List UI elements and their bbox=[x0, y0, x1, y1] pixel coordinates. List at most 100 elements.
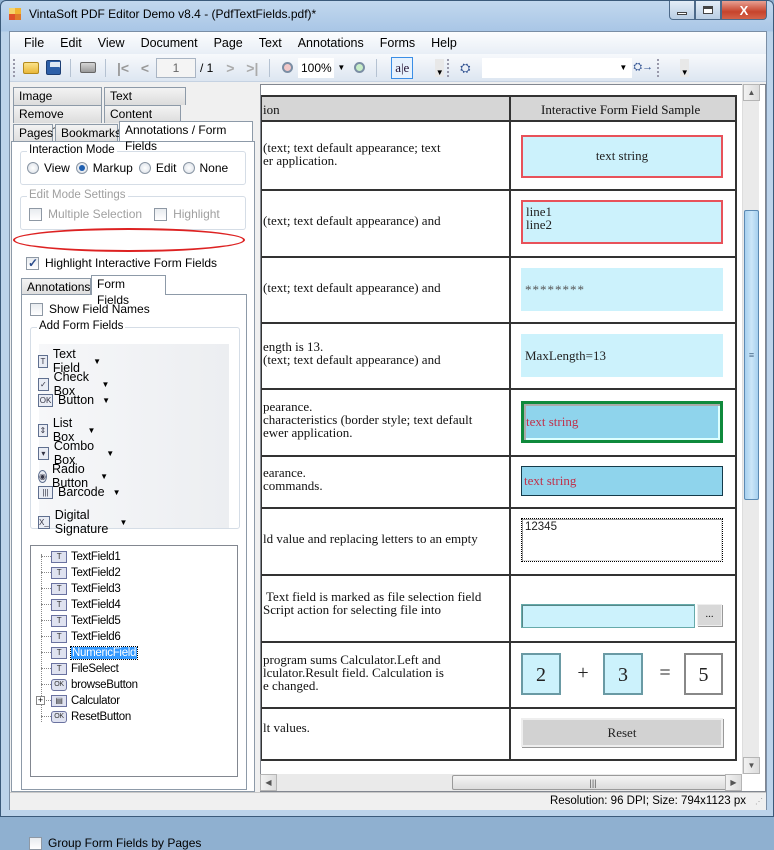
chevron-down-icon[interactable]: ▼ bbox=[113, 488, 121, 497]
find-next-button[interactable]: ⛭→ bbox=[632, 57, 654, 79]
tree-item[interactable]: T TextField6 bbox=[51, 629, 121, 644]
tree-item[interactable]: T TextField3 bbox=[51, 581, 121, 596]
vertical-scrollbar[interactable]: ▲ ≡ ▼ bbox=[742, 84, 760, 774]
horizontal-scroll-thumb[interactable]: ||| bbox=[452, 775, 734, 790]
radio-view[interactable]: View bbox=[27, 161, 70, 175]
menu-text[interactable]: Text bbox=[251, 36, 290, 50]
toolbar-overflow-button[interactable]: ▼ bbox=[680, 58, 690, 77]
text-field-2-multiline[interactable]: line1 line2 bbox=[521, 200, 723, 244]
save-button[interactable] bbox=[42, 57, 64, 79]
menu-edit[interactable]: Edit bbox=[52, 36, 90, 50]
chevron-down-icon[interactable]: ▼ bbox=[102, 396, 110, 405]
zoom-dropdown-arrow[interactable]: ▼ bbox=[337, 63, 345, 72]
calculator-right-field[interactable]: 3 bbox=[603, 653, 643, 695]
tree-item[interactable]: T FileSelect bbox=[51, 661, 119, 676]
menu-document[interactable]: Document bbox=[133, 36, 206, 50]
chevron-down-icon[interactable]: ▼ bbox=[106, 449, 114, 458]
max-length-field[interactable]: MaxLength=13 bbox=[521, 334, 723, 377]
radio-markup[interactable]: Markup bbox=[75, 161, 133, 175]
styled-text-field[interactable]: text string bbox=[521, 401, 723, 443]
scroll-up-button[interactable]: ▲ bbox=[743, 84, 760, 101]
toolbar-overflow-button[interactable]: ▼ bbox=[435, 58, 445, 77]
tree-item[interactable]: T TextField2 bbox=[51, 565, 121, 580]
add-field-button[interactable]: OK Button ▼ bbox=[38, 393, 110, 407]
tree-item[interactable]: T TextField5 bbox=[51, 613, 121, 628]
scroll-right-button[interactable]: ▶ bbox=[725, 774, 742, 791]
calculator-result-field[interactable]: 5 bbox=[684, 653, 723, 695]
toolbar-grip[interactable] bbox=[13, 58, 16, 77]
tree-item[interactable]: T TextField4 bbox=[51, 597, 121, 612]
text-field-icon: T bbox=[51, 582, 67, 595]
show-field-names-option[interactable]: Show Field Names bbox=[30, 302, 150, 316]
next-page-button[interactable]: > bbox=[219, 57, 241, 79]
tree-item[interactable]: ▤ Calculator bbox=[51, 693, 120, 708]
expand-icon[interactable]: + bbox=[36, 696, 45, 705]
close-button[interactable]: X bbox=[721, 1, 767, 20]
password-field[interactable]: ******** bbox=[521, 268, 723, 311]
text-select-tool-button[interactable]: a|e bbox=[391, 56, 414, 79]
tree-item[interactable]: T NumericField bbox=[51, 645, 139, 660]
menu-annotations[interactable]: Annotations bbox=[290, 36, 372, 50]
tab-image-extraction[interactable]: Image Extraction bbox=[13, 87, 102, 119]
reset-button[interactable]: Reset bbox=[521, 718, 723, 747]
horizontal-scrollbar[interactable]: ◀ ||| ▶ bbox=[260, 774, 742, 791]
group-by-pages-option[interactable]: Group Form Fields by Pages bbox=[29, 836, 201, 850]
menu-view[interactable]: View bbox=[90, 36, 133, 50]
print-button[interactable] bbox=[77, 57, 99, 79]
multiple-selection-checkbox[interactable] bbox=[29, 207, 42, 221]
resize-grip-icon[interactable]: ⋰ bbox=[755, 797, 763, 806]
page-number-input[interactable]: 1 bbox=[156, 57, 196, 78]
tree-item[interactable]: T TextField1 bbox=[51, 549, 121, 564]
chevron-down-icon[interactable]: ▼ bbox=[100, 472, 108, 481]
numeric-field[interactable]: 12345 bbox=[521, 518, 723, 562]
toolbar-grip[interactable] bbox=[657, 58, 660, 77]
menu-forms[interactable]: Forms bbox=[372, 36, 423, 50]
minimize-button[interactable] bbox=[669, 1, 695, 20]
highlight-interactive-fields-checkbox[interactable] bbox=[26, 256, 39, 270]
tree-item-label: FileSelect bbox=[71, 662, 119, 675]
file-select-field[interactable] bbox=[521, 604, 695, 628]
find-button[interactable]: ⛭ bbox=[454, 57, 476, 79]
subtab-form-fields[interactable]: Form Fields bbox=[91, 275, 166, 307]
add-field-digital-signature[interactable]: X_ Digital Signature ▼ bbox=[38, 508, 127, 536]
menu-page[interactable]: Page bbox=[206, 36, 251, 50]
text-field-1[interactable]: text string bbox=[521, 135, 723, 178]
command-text-field[interactable]: text string bbox=[521, 466, 723, 496]
add-field-barcode[interactable]: ||| Barcode ▼ bbox=[38, 485, 120, 499]
tab-text-extraction[interactable]: Text Extraction bbox=[104, 87, 186, 119]
first-page-button[interactable]: |< bbox=[112, 57, 134, 79]
tree-item[interactable]: OK ResetButton bbox=[51, 709, 131, 724]
chevron-down-icon[interactable]: ▼ bbox=[88, 426, 96, 435]
chevron-down-icon[interactable]: ▼ bbox=[101, 380, 109, 389]
menu-file[interactable]: File bbox=[16, 36, 52, 50]
document-viewer[interactable]: ion Interactive Form Field Sample (text; t… bbox=[260, 84, 766, 792]
tab-remove-content[interactable]: Remove Content bbox=[13, 105, 102, 137]
radio-edit[interactable]: Edit bbox=[138, 161, 177, 175]
menu-help[interactable]: Help bbox=[423, 36, 465, 50]
tab-annotations-form-fields[interactable]: Annotations / Form Fields bbox=[119, 121, 253, 153]
group-by-pages-checkbox[interactable] bbox=[29, 836, 42, 850]
previous-page-button[interactable]: < bbox=[134, 57, 156, 79]
open-button[interactable] bbox=[20, 57, 42, 79]
form-fields-tree[interactable]: T TextField1 T TextField2 T TextField3 T TextFi… bbox=[30, 545, 238, 777]
last-page-button[interactable]: >| bbox=[241, 57, 263, 79]
highlight-interactive-fields-option[interactable]: Highlight Interactive Form Fields bbox=[26, 256, 217, 270]
search-dropdown-arrow[interactable]: ▼ bbox=[619, 63, 627, 72]
zoom-in-button[interactable] bbox=[348, 57, 370, 79]
highlight-checkbox[interactable] bbox=[154, 207, 168, 221]
radio-none[interactable]: None bbox=[182, 161, 228, 175]
vertical-scroll-thumb[interactable]: ≡ bbox=[744, 210, 759, 500]
tree-item[interactable]: OK browseButton bbox=[51, 677, 138, 692]
chevron-down-icon[interactable]: ▼ bbox=[93, 357, 101, 366]
calculator-left-field[interactable]: 2 bbox=[521, 653, 561, 695]
scroll-down-button[interactable]: ▼ bbox=[743, 757, 760, 774]
maximize-button[interactable] bbox=[695, 1, 721, 20]
search-input[interactable]: ▼ bbox=[482, 57, 633, 78]
zoom-level-input[interactable]: 100% bbox=[298, 57, 335, 78]
chevron-down-icon[interactable]: ▼ bbox=[120, 518, 128, 527]
toolbar-grip[interactable] bbox=[447, 58, 450, 77]
browse-button[interactable]: ... bbox=[697, 604, 722, 626]
scroll-left-button[interactable]: ◀ bbox=[260, 774, 277, 791]
show-field-names-checkbox[interactable] bbox=[30, 302, 43, 316]
zoom-out-button[interactable] bbox=[276, 57, 298, 79]
